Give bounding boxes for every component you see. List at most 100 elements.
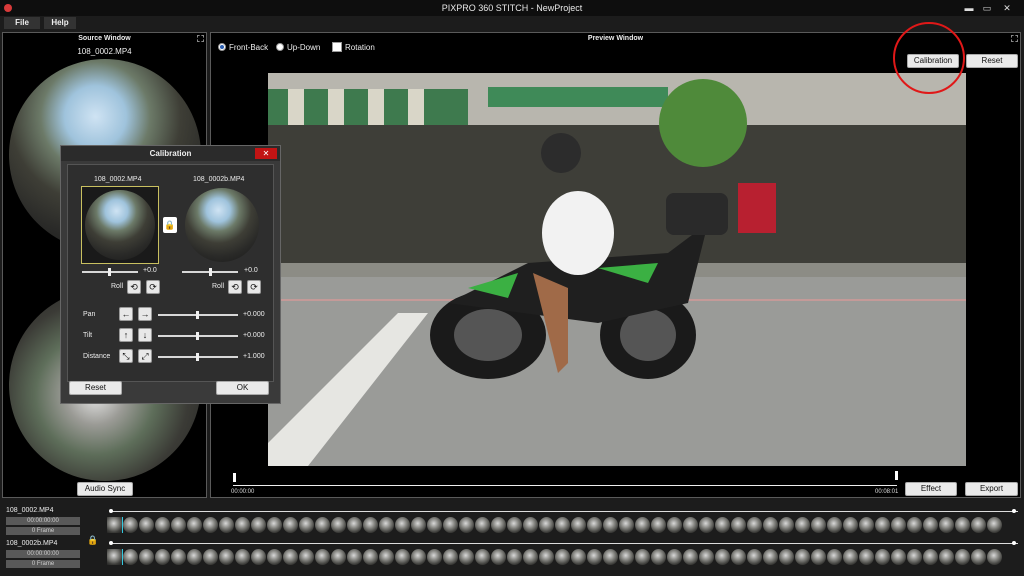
timeline-thumbnail[interactable] xyxy=(331,517,346,533)
timeline-thumbnail[interactable] xyxy=(395,517,410,533)
timeline-thumbnail[interactable] xyxy=(971,517,986,533)
timeline-thumbnail[interactable] xyxy=(155,517,170,533)
tilt-up-icon[interactable]: ↑ xyxy=(119,328,133,342)
track2-slider-start[interactable] xyxy=(109,541,113,545)
timeline-thumbnail[interactable] xyxy=(747,517,762,533)
timeline-thumbnail[interactable] xyxy=(219,517,234,533)
timeline-thumbnail[interactable] xyxy=(635,549,650,565)
timeline-thumbnail[interactable] xyxy=(571,517,586,533)
timeline-thumbnail[interactable] xyxy=(747,549,762,565)
timeline-thumbnail[interactable] xyxy=(779,517,794,533)
timeline-thumbnail[interactable] xyxy=(715,517,730,533)
timeline-thumbnail[interactable] xyxy=(363,517,378,533)
timeline-thumbnail[interactable] xyxy=(587,549,602,565)
timeline-thumbnail[interactable] xyxy=(107,549,123,565)
menu-help[interactable]: Help xyxy=(44,17,76,29)
timeline-thumbnail[interactable] xyxy=(827,549,842,565)
rotation-checkbox[interactable] xyxy=(332,42,342,52)
track1-slider[interactable] xyxy=(110,511,1018,512)
timeline-thumbnail[interactable] xyxy=(283,549,298,565)
export-button[interactable]: Export xyxy=(965,482,1018,496)
scrubber-end-handle[interactable] xyxy=(895,471,898,480)
left-lens-frame[interactable] xyxy=(81,186,159,264)
timeline-thumbnail[interactable] xyxy=(523,517,538,533)
menu-file[interactable]: File xyxy=(4,17,40,29)
timeline-thumbnail[interactable] xyxy=(907,549,922,565)
timeline-thumbnail[interactable] xyxy=(331,549,346,565)
track2-slider-end[interactable] xyxy=(1012,541,1016,545)
timeline-thumbnail[interactable] xyxy=(411,517,426,533)
timeline-thumbnail[interactable] xyxy=(731,517,746,533)
timeline-thumbnail[interactable] xyxy=(235,549,250,565)
timeline-thumbnail[interactable] xyxy=(683,517,698,533)
timeline-thumbnail[interactable] xyxy=(171,549,186,565)
right-slider-thumb[interactable] xyxy=(209,268,212,276)
timeline-lock-icon[interactable]: 🔒 xyxy=(86,532,100,548)
timeline-thumbnail[interactable] xyxy=(459,549,474,565)
timeline-thumbnail[interactable] xyxy=(571,549,586,565)
timeline-thumbnail[interactable] xyxy=(843,517,858,533)
expand-icon[interactable] xyxy=(1011,35,1018,42)
timeline-thumbnail[interactable] xyxy=(795,517,810,533)
timeline-thumbnail[interactable] xyxy=(123,517,138,533)
timeline-thumbnail[interactable] xyxy=(139,549,154,565)
left-roll-cw-icon[interactable]: ⟳ xyxy=(146,280,160,294)
effect-button[interactable]: Effect xyxy=(905,482,957,496)
tilt-down-icon[interactable]: ↓ xyxy=(138,328,152,342)
left-roll-ccw-icon[interactable]: ⟲ xyxy=(127,280,141,294)
timeline-thumbnail[interactable] xyxy=(795,549,810,565)
timeline-thumbnail[interactable] xyxy=(603,517,618,533)
timeline-thumbnail[interactable] xyxy=(491,549,506,565)
timeline-thumbnail[interactable] xyxy=(459,517,474,533)
timeline-thumbnail[interactable] xyxy=(507,549,522,565)
timeline-thumbnail[interactable] xyxy=(171,517,186,533)
timeline-thumbnail[interactable] xyxy=(427,517,442,533)
timeline-thumbnail[interactable] xyxy=(971,549,986,565)
audio-sync-button[interactable]: Audio Sync xyxy=(77,482,133,496)
timeline-thumbnail[interactable] xyxy=(299,549,314,565)
timeline-thumbnail[interactable] xyxy=(107,517,123,533)
timeline-thumbnail[interactable] xyxy=(891,517,906,533)
timeline-thumbnail[interactable] xyxy=(507,517,522,533)
timeline-thumbnail[interactable] xyxy=(267,549,282,565)
timeline-thumbnail[interactable] xyxy=(811,517,826,533)
timeline-thumbnail[interactable] xyxy=(923,549,938,565)
timeline-thumbnail[interactable] xyxy=(843,549,858,565)
timeline-thumbnail[interactable] xyxy=(539,549,554,565)
distance-slider-thumb[interactable] xyxy=(196,353,199,361)
up-down-radio[interactable] xyxy=(276,43,284,51)
minimize-icon[interactable]: ▬ xyxy=(962,3,976,13)
close-icon[interactable]: ✕ xyxy=(1000,3,1014,13)
timeline-thumbnail[interactable] xyxy=(235,517,250,533)
timeline-thumbnail[interactable] xyxy=(379,517,394,533)
timeline-thumbnail[interactable] xyxy=(347,549,362,565)
timeline-thumbnail[interactable] xyxy=(875,517,890,533)
timeline-thumbnail[interactable] xyxy=(827,517,842,533)
timeline-thumbnail[interactable] xyxy=(555,517,570,533)
timeline-thumbnail[interactable] xyxy=(763,549,778,565)
timeline-thumbnail[interactable] xyxy=(651,517,666,533)
right-roll-ccw-icon[interactable]: ⟲ xyxy=(228,280,242,294)
right-roll-cw-icon[interactable]: ⟳ xyxy=(247,280,261,294)
front-back-radio[interactable] xyxy=(218,43,226,51)
timeline-thumbnail[interactable] xyxy=(811,549,826,565)
timeline-thumbnail[interactable] xyxy=(475,517,490,533)
pan-left-icon[interactable]: ← xyxy=(119,307,133,321)
expand-icon[interactable] xyxy=(197,35,204,42)
timeline-thumbnail[interactable] xyxy=(587,517,602,533)
timeline-thumbnail[interactable] xyxy=(411,549,426,565)
timeline-thumbnail[interactable] xyxy=(955,517,970,533)
timeline-thumbnail[interactable] xyxy=(187,549,202,565)
track1-thumbnail-strip[interactable] xyxy=(107,517,1019,533)
track2-thumbnail-strip[interactable] xyxy=(107,549,1019,565)
timeline-thumbnail[interactable] xyxy=(779,549,794,565)
reset-button[interactable]: Reset xyxy=(966,54,1018,68)
dialog-close-button[interactable]: ✕ xyxy=(255,148,277,159)
timeline-thumbnail[interactable] xyxy=(267,517,282,533)
timeline-thumbnail[interactable] xyxy=(395,549,410,565)
restore-icon[interactable]: ▭ xyxy=(980,3,994,13)
timeline-thumbnail[interactable] xyxy=(155,549,170,565)
timeline-thumbnail[interactable] xyxy=(939,549,954,565)
distance-shrink-icon[interactable]: ⤡ xyxy=(119,349,133,363)
distance-expand-icon[interactable]: ⤢ xyxy=(138,349,152,363)
